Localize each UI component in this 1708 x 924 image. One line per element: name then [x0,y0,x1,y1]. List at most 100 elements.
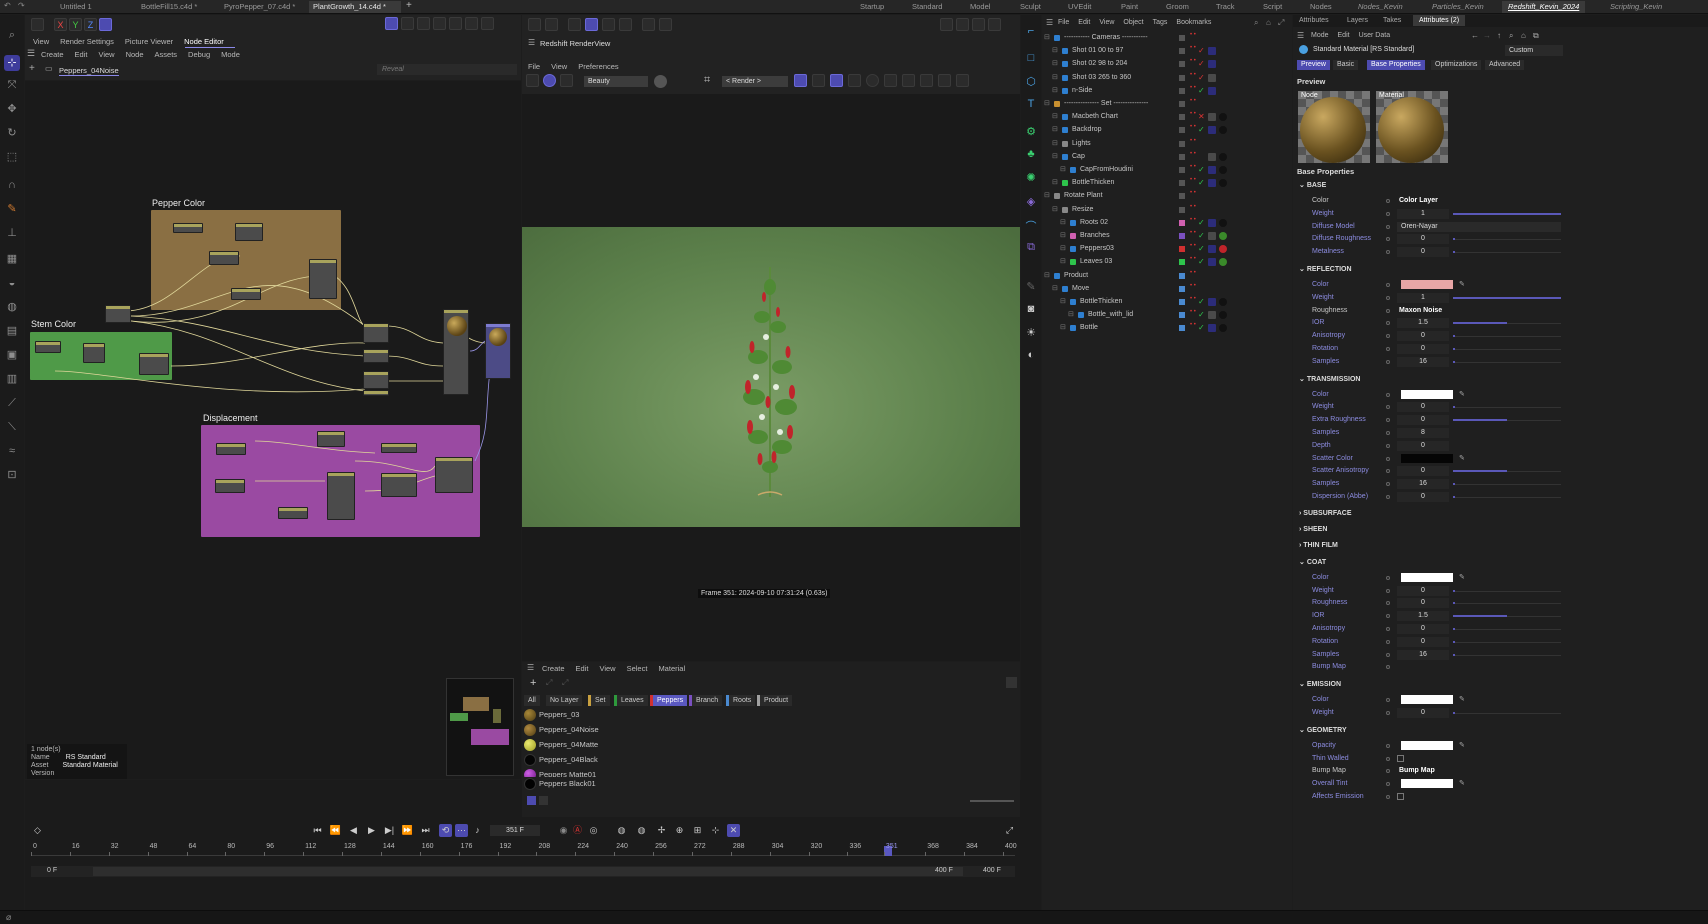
keyframe-dot-icon[interactable] [1386,334,1390,339]
attr-row[interactable]: Weight 1 [1293,208,1563,220]
node-color-user-data[interactable] [235,223,263,241]
color-swatch[interactable] [1401,572,1453,582]
color-picker-icon[interactable]: ✎ [1459,453,1465,465]
undo-icon[interactable]: ↶ [4,1,11,10]
slider-track[interactable] [1453,239,1561,241]
attr-row[interactable]: Color ✎ [1293,694,1563,706]
layout-uvedit[interactable]: UVEdit [1068,1,1091,13]
subtab-preview[interactable]: Preview [1297,60,1330,70]
spline-icon[interactable]: ⌒ [1023,218,1039,234]
key-rot-icon[interactable]: ◍ [635,824,648,837]
render-icon[interactable] [956,18,969,31]
new-window-icon[interactable]: ⧉ [1533,31,1539,41]
snap-toggle-icon[interactable] [585,18,598,31]
filter-set[interactable]: Set [588,695,610,706]
keyframe-dot-icon[interactable] [1386,795,1390,799]
color-mode-icon[interactable] [654,75,667,88]
visibility-dots[interactable]: • • [1190,256,1196,262]
thumb-size-slider[interactable] [970,800,1014,802]
keyframe-dot-icon[interactable] [1386,743,1390,748]
scale-icon[interactable]: ⬚ [4,149,20,165]
snapshot-icon[interactable] [526,74,539,87]
expand-toggle-icon[interactable]: ⊟ [1052,283,1058,295]
sphere-icon[interactable]: ◍ [4,299,20,315]
object-name[interactable]: Peppers03 [1080,243,1114,255]
object-name[interactable]: BottleThicken [1072,177,1114,189]
visibility-dots[interactable]: • • [1190,204,1196,210]
object-row[interactable]: ⊟ BottleThicken • • ✓ [1042,296,1290,308]
keyframe-icon[interactable]: ◇ [31,824,44,837]
layer-swatch[interactable] [1179,167,1185,173]
renderview-canvas[interactable]: Frame 351: 2024-09-10 07:31:24 (0.63s) [522,94,1020,661]
node-color-layer[interactable] [309,259,337,299]
render-settings-icon[interactable] [972,18,985,31]
slider-track[interactable] [1453,252,1561,254]
object-row[interactable]: ⊟ Leaves 03 • • ✓ [1042,256,1290,268]
keyframe-dot-icon[interactable] [1386,652,1390,657]
tag-icon[interactable] [1208,218,1216,227]
keyframe-dot-icon[interactable] [1386,782,1390,787]
layer-swatch[interactable] [1179,299,1185,305]
add-material-icon[interactable]: + [530,677,536,689]
visibility-dots[interactable]: • • [1190,111,1196,117]
attr-row[interactable]: Diffuse Model Oren-Nayar [1293,221,1563,233]
tag-icon[interactable] [1208,258,1216,267]
doc-tab-untitled[interactable]: Untitled 1 [56,1,136,13]
layer-swatch[interactable] [1179,206,1185,213]
node-output[interactable] [485,323,511,379]
knife-icon[interactable]: ⟍ [4,419,20,435]
attr-row[interactable]: Diffuse Roughness 0 [1293,233,1563,245]
object-row[interactable]: ⊟ Shot 03 265 to 360 • • ✓ [1042,72,1290,84]
slider-track[interactable] [1453,407,1561,409]
attr-row[interactable]: Anisotropy 0 [1293,623,1563,635]
mm-menu-view[interactable]: View [599,664,615,673]
node-maxon-noise-3[interactable] [363,349,389,363]
object-row[interactable]: ⊟ Branches • • ✓ [1042,230,1290,242]
visibility-dots[interactable]: • • [1190,32,1196,38]
color-picker-icon[interactable]: ✎ [1459,572,1465,584]
node-maxon-noise-disp-3[interactable] [278,507,308,519]
attr-value[interactable]: 1.5 [1397,318,1449,329]
attr-row[interactable]: Color ✎ [1293,389,1563,401]
material-tag-icon[interactable] [1219,179,1227,188]
aov-select[interactable]: Beauty [584,76,648,87]
checkbox[interactable] [1397,793,1404,800]
object-name[interactable]: Cap [1072,151,1085,163]
range-end-b[interactable]: 400 F [983,867,1001,874]
node-color-layer-2[interactable] [363,323,389,343]
object-row[interactable]: ⊟ --------------- Set --------------- • • [1042,98,1290,110]
rv-menu-file[interactable]: File [528,62,540,71]
range-bar[interactable]: 0 F 0 F 400 F 400 F [31,866,1015,877]
visibility-dots[interactable]: • • [1190,243,1196,249]
custom-select[interactable]: Custom [1505,45,1563,56]
attr-value[interactable]: 0 [1397,440,1449,451]
rv-menu-view[interactable]: View [551,62,567,71]
layer-swatch[interactable] [1179,114,1185,121]
expand-toggle-icon[interactable]: ⊟ [1060,164,1066,176]
edit-material-icon[interactable]: ⤢ [546,678,552,688]
hamburger-icon-mm[interactable]: ☰ [527,663,534,672]
crop-icon[interactable]: ⌗ [704,74,710,87]
cube-icon[interactable]: ▣ [4,347,20,363]
attr-menu-edit[interactable]: Edit [1338,32,1350,39]
enable-check-icon[interactable]: ✓ [1198,177,1205,189]
object-row[interactable]: ⊟ Rotate Plant • • [1042,190,1290,202]
layer-swatch[interactable] [1179,272,1185,279]
keyframe-dot-icon[interactable] [1386,224,1390,229]
attr-value[interactable]: 0 [1397,636,1449,647]
subtab-basic[interactable]: Basic [1333,60,1359,70]
menu-create[interactable]: Create [41,50,64,59]
attr-value[interactable]: 0 [1397,598,1449,609]
section-coat[interactable]: ⌄ COAT [1299,558,1326,566]
attr-row[interactable]: IOR 1.5 [1293,317,1563,329]
layout-scripting-kevin[interactable]: Scripting_Kevin [1610,1,1662,13]
expand-toggle-icon[interactable]: ⊟ [1052,111,1058,123]
sound-icon[interactable]: ♪ [471,824,484,837]
range-start-a[interactable]: 0 F [47,867,57,874]
attr-value[interactable]: 0 [1397,466,1449,477]
select-tool-icon[interactable]: ⊹ [4,55,20,71]
next-frame-icon[interactable]: ▶| [383,824,396,837]
attr-value[interactable]: 0 [1397,234,1449,245]
slider-track[interactable] [1453,654,1561,656]
sparkle-icon[interactable] [848,74,861,87]
